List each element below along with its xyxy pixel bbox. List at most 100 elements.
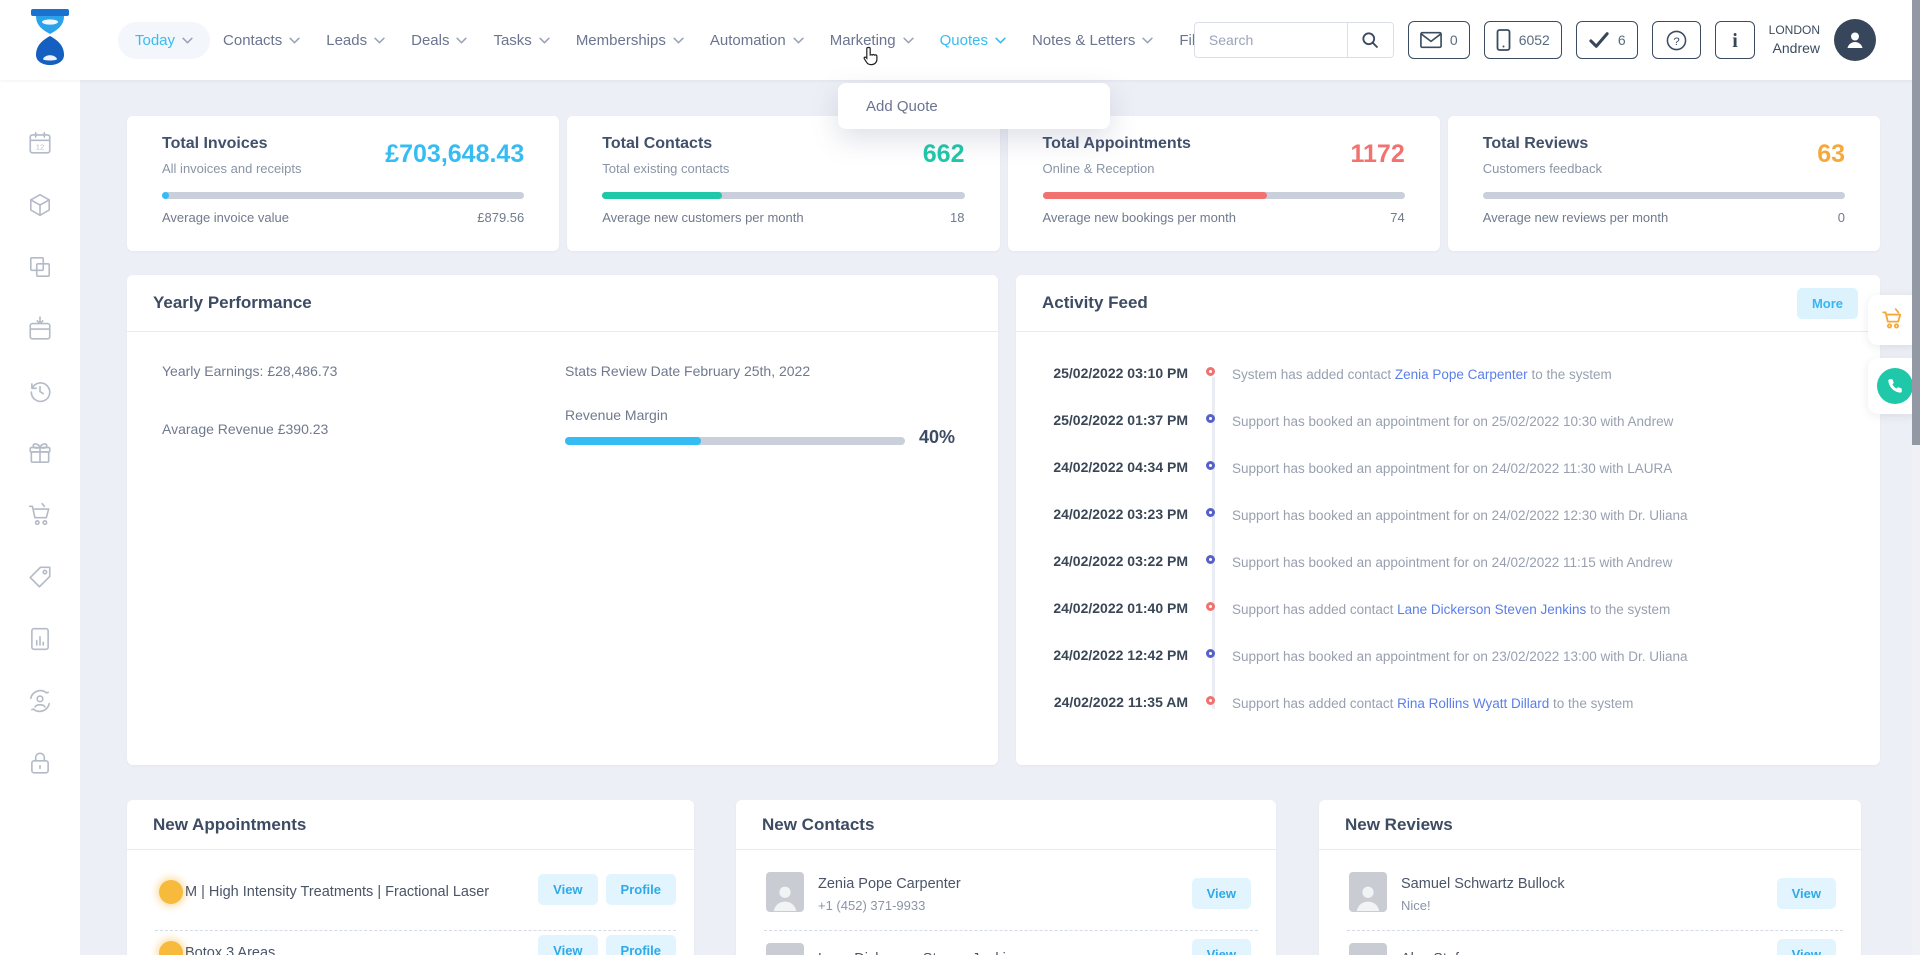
stat-footer: Average new reviews per month 0 [1483,210,1845,225]
stat-footer-value: 0 [1838,210,1845,225]
activity-time: 24/02/2022 11:35 AM [1016,694,1188,710]
row-actions: View Profile [538,935,676,955]
stat-card-total-appointments: Total Appointments Online & Reception 11… [1008,116,1440,251]
nav-label: Automation [710,32,786,49]
cart-icon[interactable] [27,502,53,528]
search-icon [1360,30,1380,50]
report-icon[interactable] [27,626,53,652]
nav-label: Tasks [493,32,531,49]
stat-value: 662 [923,140,965,169]
view-button[interactable]: View [1777,878,1836,909]
timeline-marker [1206,649,1215,658]
appointment-status-dot [159,880,183,904]
activity-entry: 24/02/2022 03:22 PM Support has booked a… [1016,551,1880,598]
contact-name: Lane Dickerson Steven Jenkins [818,951,1021,955]
tasks-button[interactable]: 6 [1576,21,1638,59]
checkmark-icon [1588,31,1610,49]
review-row: Samuel Schwartz Bullock Nice! View [1319,862,1861,928]
activity-text-prefix: Support has booked an appointment for on… [1232,555,1672,570]
person-icon [770,951,800,955]
vertical-scrollbar [1912,0,1920,955]
app-logo[interactable] [24,9,76,71]
lock-icon[interactable] [27,750,53,776]
activity-entry: 24/02/2022 12:42 PM Support has booked a… [1016,645,1880,692]
nav-item-memberships[interactable]: Memberships [563,22,697,59]
search-box [1194,22,1394,58]
nav-item-today[interactable]: Today [118,22,210,59]
nav-item-tasks[interactable]: Tasks [480,22,562,59]
calendar-icon[interactable]: 12 [27,130,53,156]
activity-feed-panel: Activity Feed More 25/02/2022 03:10 PM S… [1016,275,1880,765]
row-actions: View [1192,878,1251,909]
chevron-down-icon [182,37,193,44]
user-avatar[interactable] [1834,19,1876,61]
view-button[interactable]: View [538,935,597,955]
timeline-marker [1206,414,1215,423]
nav-label: Contacts [223,32,282,49]
search-button[interactable] [1347,22,1393,58]
nav-label: Memberships [576,32,666,49]
stat-footer: Average new customers per month 18 [602,210,964,225]
activity-entry: 24/02/2022 01:40 PM Support has added co… [1016,598,1880,645]
contact-link[interactable]: Lane Dickerson Steven Jenkins [1397,602,1586,617]
more-button[interactable]: More [1797,288,1858,319]
price-tag-icon[interactable] [27,564,53,590]
review-comment: Nice! [1401,898,1431,913]
nav-item-leads[interactable]: Leads [313,22,398,59]
history-icon[interactable] [27,378,53,404]
mobile-phone-icon [1496,29,1511,51]
nav-item-contacts[interactable]: Contacts [210,22,313,59]
stat-card-total-reviews: Total Reviews Customers feedback 63 Aver… [1448,116,1880,251]
nav-label: Quotes [940,32,988,49]
view-button[interactable]: View [1192,878,1251,909]
activity-entry: 24/02/2022 11:35 AM Support has added co… [1016,692,1880,739]
duplicate-windows-icon[interactable] [27,254,53,280]
help-button[interactable]: ? [1652,21,1701,59]
stat-footer-value: 74 [1390,210,1404,225]
info-button[interactable]: i [1715,21,1755,59]
row-actions: View [1777,939,1836,955]
reviewer-name: Alex Stefan [1401,951,1475,955]
package-icon[interactable] [27,192,53,218]
gift-icon[interactable] [27,440,53,466]
contact-link[interactable]: Rina Rollins Wyatt Dillard [1397,696,1549,711]
profile-button[interactable]: Profile [606,874,676,905]
row-actions: View [1192,939,1251,955]
view-button[interactable]: View [538,874,597,905]
activity-text-suffix: to the system [1586,602,1670,617]
avatar [1349,943,1387,955]
contact-link[interactable]: Zenia Pope Carpenter [1395,367,1528,382]
account-sync-icon[interactable] [27,688,53,714]
nav-item-quotes[interactable]: Quotes [927,22,1019,59]
search-input[interactable] [1195,32,1347,48]
nav-item-deals[interactable]: Deals [398,22,480,59]
appointment-status-dot [159,941,183,955]
panel-title: Yearly Performance [153,293,312,313]
activity-text: Support has added contact Lane Dickerson… [1232,602,1864,617]
menu-item-add-quote[interactable]: Add Quote [866,98,938,115]
profile-button[interactable]: Profile [606,935,676,955]
task-count: 6 [1618,32,1626,48]
row-actions: View [1777,878,1836,909]
stat-footer-label: Average new reviews per month [1483,210,1668,225]
left-sidebar: 12 [0,80,80,955]
avatar [766,872,804,912]
new-reviews-panel: New Reviews Samuel Schwartz Bullock Nice… [1319,800,1861,955]
activity-text-prefix: Support has added contact [1232,696,1397,711]
activity-entry: 25/02/2022 01:37 PM Support has booked a… [1016,410,1880,457]
phone-button[interactable]: 6052 [1484,21,1562,59]
mail-count: 0 [1450,32,1458,48]
activity-entry: 24/02/2022 04:34 PM Support has booked a… [1016,457,1880,504]
nav-item-notes-letters[interactable]: Notes & Letters [1019,22,1166,59]
chevron-down-icon [673,37,684,44]
calendar-import-icon[interactable] [27,316,53,342]
info-icon: i [1730,29,1740,51]
view-button[interactable]: View [1777,939,1836,955]
activity-text: Support has booked an appointment for on… [1232,508,1864,523]
mail-button[interactable]: 0 [1408,21,1470,59]
view-button[interactable]: View [1192,939,1251,955]
scrollbar-thumb[interactable] [1912,0,1920,445]
nav-item-automation[interactable]: Automation [697,22,817,59]
topbar-actions: 0 6052 6 ? i [1194,0,1876,80]
stats-row: Total Invoices All invoices and receipts… [127,116,1880,251]
